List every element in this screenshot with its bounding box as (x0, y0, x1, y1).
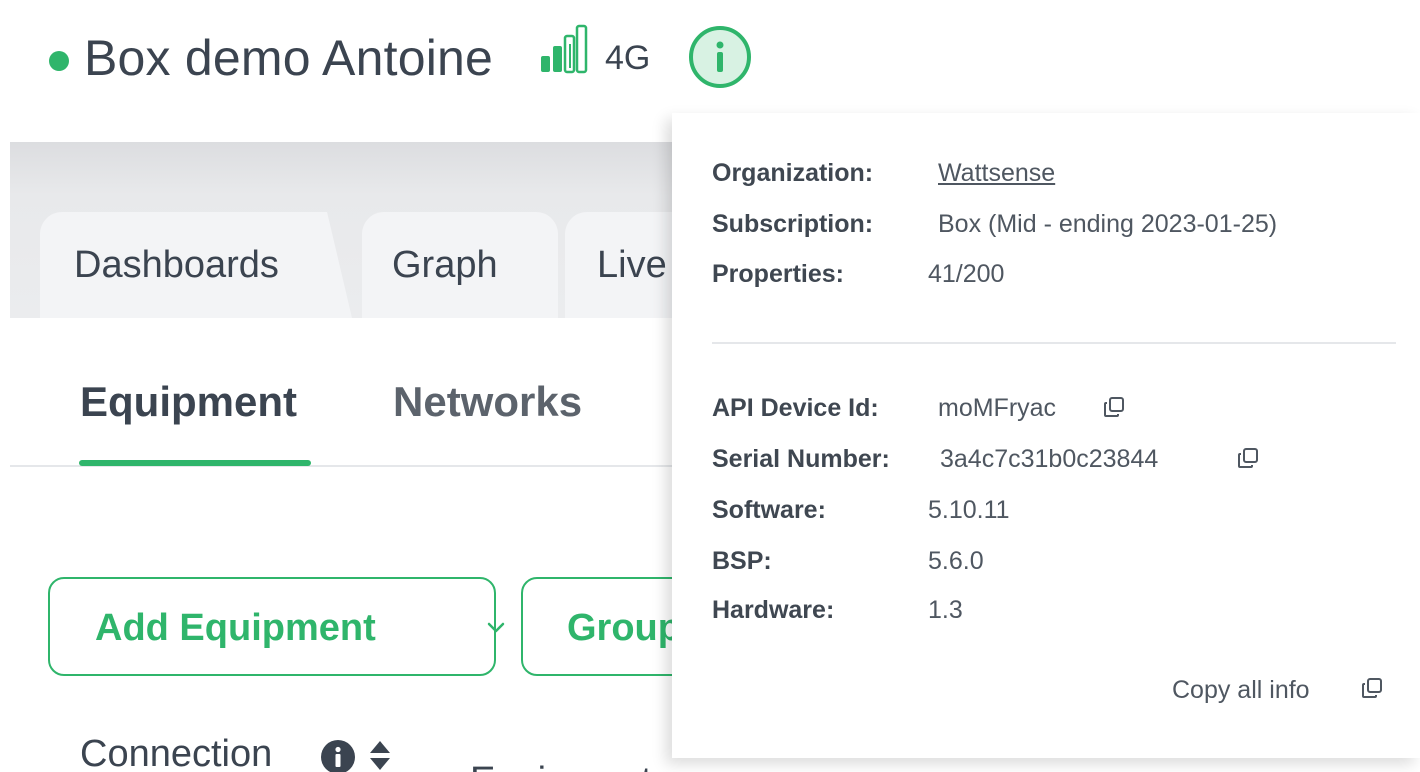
add-equipment-label: Add Equipment (95, 607, 376, 649)
active-subtab-indicator (79, 460, 311, 466)
tab-label: Graph (392, 244, 498, 286)
serial-number-value: 3a4c7c31b0c23844 (940, 445, 1159, 473)
api-device-id-value: moMFryac (938, 394, 1057, 422)
hardware-label: Hardware: (712, 596, 835, 624)
subscription-value: Box (Mid - ending 2023-01-25) (938, 210, 1278, 238)
connection-column-header[interactable]: Connection (80, 733, 272, 772)
tab-dashboards[interactable]: Dashboards (40, 212, 352, 318)
connection-info-icon[interactable] (321, 740, 355, 772)
tab-label: Live (597, 244, 667, 286)
tab-label: Dashboards (74, 244, 279, 286)
software-label: Software: (712, 496, 826, 524)
device-info-button[interactable] (689, 26, 751, 88)
subtab-networks[interactable]: Networks (393, 378, 582, 426)
properties-label: Properties: (712, 260, 844, 288)
info-icon (716, 41, 724, 72)
organization-label: Organization: (712, 159, 874, 187)
serial-number-label: Serial Number: (712, 445, 890, 473)
sort-icon[interactable] (367, 738, 393, 772)
hardware-value: 1.3 (928, 596, 963, 624)
popover-divider (712, 342, 1396, 344)
software-value: 5.10.11 (928, 496, 1010, 524)
properties-value: 41/200 (928, 260, 1005, 288)
chevron-down-icon (487, 622, 505, 633)
bsp-label: BSP: (712, 547, 772, 575)
copy-icon[interactable] (1236, 446, 1260, 470)
copy-icon[interactable] (1102, 395, 1126, 419)
device-name: Box demo Antoine (84, 30, 494, 86)
signal-strength-icon (541, 24, 588, 74)
api-device-id-label: API Device Id: (712, 394, 879, 422)
copy-icon (1362, 678, 1382, 698)
organization-link[interactable]: Wattsense (938, 159, 1055, 187)
copy-all-info-label: Copy all info (1172, 676, 1310, 704)
subscription-label: Subscription: (712, 210, 874, 238)
subtab-equipment[interactable]: Equipment (80, 378, 297, 426)
tab-graph[interactable]: Graph (362, 212, 558, 318)
bsp-value: 5.6.0 (928, 547, 984, 575)
network-type-label: 4G (605, 39, 651, 77)
device-header: Box demo Antoine 4G (0, 0, 1420, 120)
equipment-column-header[interactable]: Equipment (470, 760, 652, 772)
copy-all-info-button[interactable]: Copy all info (1172, 676, 1382, 705)
online-status-dot (49, 51, 69, 71)
device-info-popover: Organization: Wattsense Subscription: Bo… (672, 113, 1420, 758)
group-label: Group (567, 607, 681, 649)
add-equipment-button[interactable]: Add Equipment (48, 577, 505, 676)
